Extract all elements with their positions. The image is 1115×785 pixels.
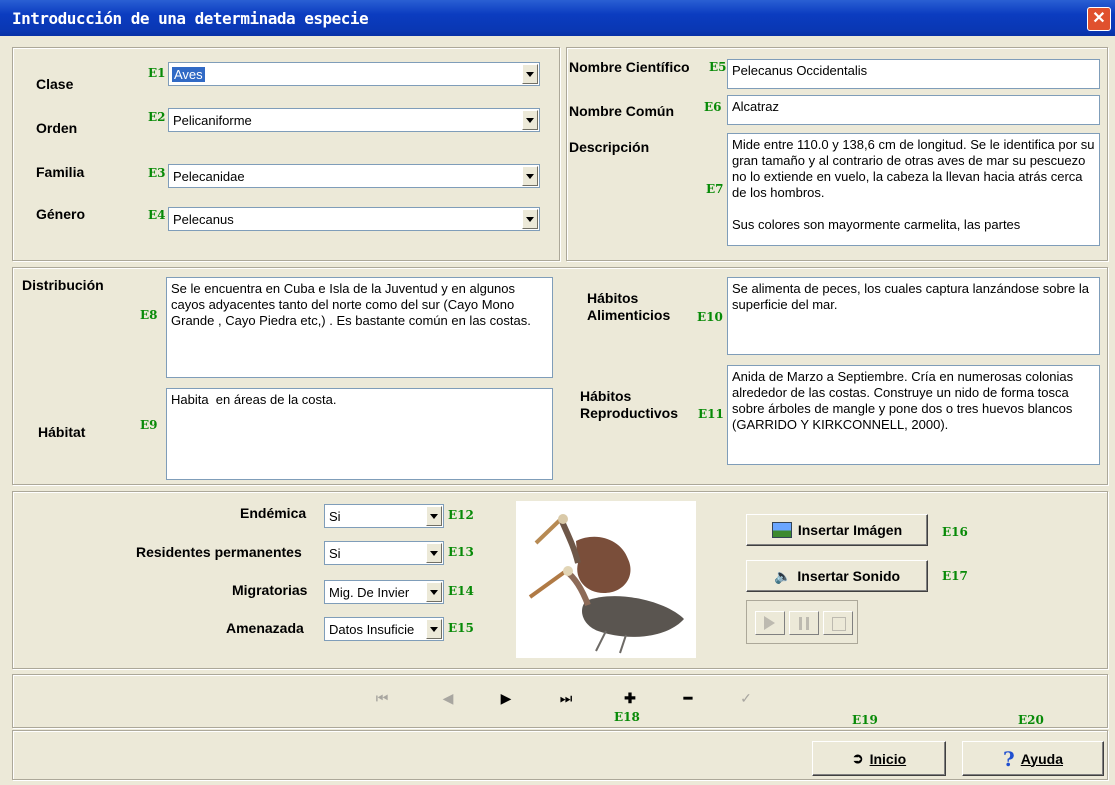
window-title: Introducción de una determinada especie [12,9,369,28]
habitat-field[interactable]: Habita en áreas de la costa. [166,388,553,480]
e6-code: E6 [704,100,722,114]
clase-value: Aves [172,67,205,82]
alimenticios-field[interactable]: Se alimenta de peces, los cuales captura… [727,277,1100,355]
first-record-icon[interactable]: ⏮ [370,688,394,708]
e5-code: E5 [709,60,727,74]
add-record-icon[interactable]: ✚ [618,688,642,708]
chevron-down-icon[interactable] [426,619,442,639]
insertar-imagen-label: Insertar Imágen [797,522,903,538]
e13-code: E13 [448,545,474,559]
alimenticios-label-1: Hábitos [587,290,639,306]
e18-code: E18 [614,710,640,724]
e8-code: E8 [140,308,158,322]
nombre-comun-field[interactable]: Alcatraz [727,95,1100,125]
migratorias-select[interactable]: Mig. De Invier [324,580,444,604]
e2-code: E2 [148,110,166,124]
clase-label: Clase [36,76,74,92]
e20-code: E20 [1018,713,1044,727]
e9-code: E9 [140,418,158,432]
familia-label: Familia [36,164,85,180]
clase-select[interactable]: Aves [168,62,540,86]
familia-select[interactable]: Pelecanidae [168,164,540,188]
last-record-icon[interactable]: ⏭ [554,688,578,708]
reproductivos-label-2: Reproductivos [580,405,679,421]
habitat-label: Hábitat [38,424,86,440]
amenazada-select[interactable]: Datos Insuficie [324,617,444,641]
chevron-down-icon[interactable] [522,166,538,186]
migratorias-label: Migratorias [232,582,308,598]
delete-record-icon[interactable]: ━ [676,688,700,708]
e10-code: E10 [697,310,723,324]
genero-value: Pelecanus [173,212,234,227]
genero-select[interactable]: Pelecanus [168,207,540,231]
picture-icon [771,522,792,538]
stop-icon[interactable] [823,611,853,635]
inicio-button[interactable]: ➲ Inicio [812,741,946,776]
insertar-imagen-button[interactable]: Insertar Imágen [746,514,928,546]
next-record-icon[interactable]: ▶ [494,688,518,708]
orden-select[interactable]: Pelicaniforme [168,108,540,132]
e7-code: E7 [706,182,724,196]
reproductivos-label-1: Hábitos [580,388,632,404]
close-button[interactable]: ✕ [1087,7,1111,31]
descripcion-field[interactable]: Mide entre 110.0 y 138,6 cm de longitud.… [727,133,1100,246]
endemica-value: Si [329,509,341,524]
help-icon: ? [1003,746,1015,771]
chevron-down-icon[interactable] [522,64,538,84]
distribucion-label: Distribución [22,277,104,293]
residentes-label: Residentes permanentes [136,544,302,560]
door-icon: ➲ [851,750,864,766]
reproductivos-field[interactable]: Anida de Marzo a Septiembre. Cría en num… [727,365,1100,465]
chevron-down-icon[interactable] [522,110,538,130]
ayuda-button[interactable]: ? Ayuda [962,741,1104,776]
play-icon[interactable] [755,611,785,635]
e14-code: E14 [448,584,474,598]
e1-code: E1 [148,66,166,80]
alimenticios-label-2: Alimenticios [587,307,671,323]
chevron-down-icon[interactable] [426,543,442,563]
e17-code: E17 [942,569,968,583]
nombre-comun-label: Nombre Común [569,103,674,119]
ayuda-label: Ayuda [1020,750,1063,767]
title-bar: Introducción de una determinada especie … [0,0,1115,36]
nombre-cientifico-field[interactable]: Pelecanus Occidentalis [727,59,1100,89]
chevron-down-icon[interactable] [426,582,442,602]
e4-code: E4 [148,208,166,222]
amenazada-value: Datos Insuficie [329,622,415,637]
orden-value: Pelicaniforme [173,113,252,128]
endemica-select[interactable]: Si [324,504,444,528]
e12-code: E12 [448,508,474,522]
e11-code: E11 [698,407,724,421]
distribucion-field[interactable]: Se le encuentra en Cuba e Isla de la Juv… [166,277,553,378]
chevron-down-icon[interactable] [522,209,538,229]
e3-code: E3 [148,166,166,180]
descripcion-label: Descripción [569,139,650,155]
pause-icon[interactable] [789,611,819,635]
media-player-controls [746,600,858,644]
species-image [516,501,696,658]
inicio-label: Inicio [869,750,907,767]
residentes-select[interactable]: Si [324,541,444,565]
e19-code: E19 [852,713,878,727]
prev-record-icon[interactable]: ◀ [436,688,460,708]
amenazada-label: Amenazada [226,620,304,636]
migratorias-value: Mig. De Invier [329,585,410,600]
familia-value: Pelecanidae [173,169,245,184]
e15-code: E15 [448,621,474,635]
endemica-label: Endémica [240,505,307,521]
speaker-icon: 🔈 [773,567,792,584]
insertar-sonido-button[interactable]: 🔈 Insertar Sonido [746,560,928,592]
e16-code: E16 [942,525,968,539]
orden-label: Orden [36,120,78,136]
insertar-sonido-label: Insertar Sonido [797,568,901,584]
genero-label: Género [36,206,86,222]
chevron-down-icon[interactable] [426,506,442,526]
residentes-value: Si [329,546,341,561]
post-record-icon[interactable]: ✓ [734,688,758,708]
nombre-cientifico-label: Nombre Científico [569,59,690,75]
